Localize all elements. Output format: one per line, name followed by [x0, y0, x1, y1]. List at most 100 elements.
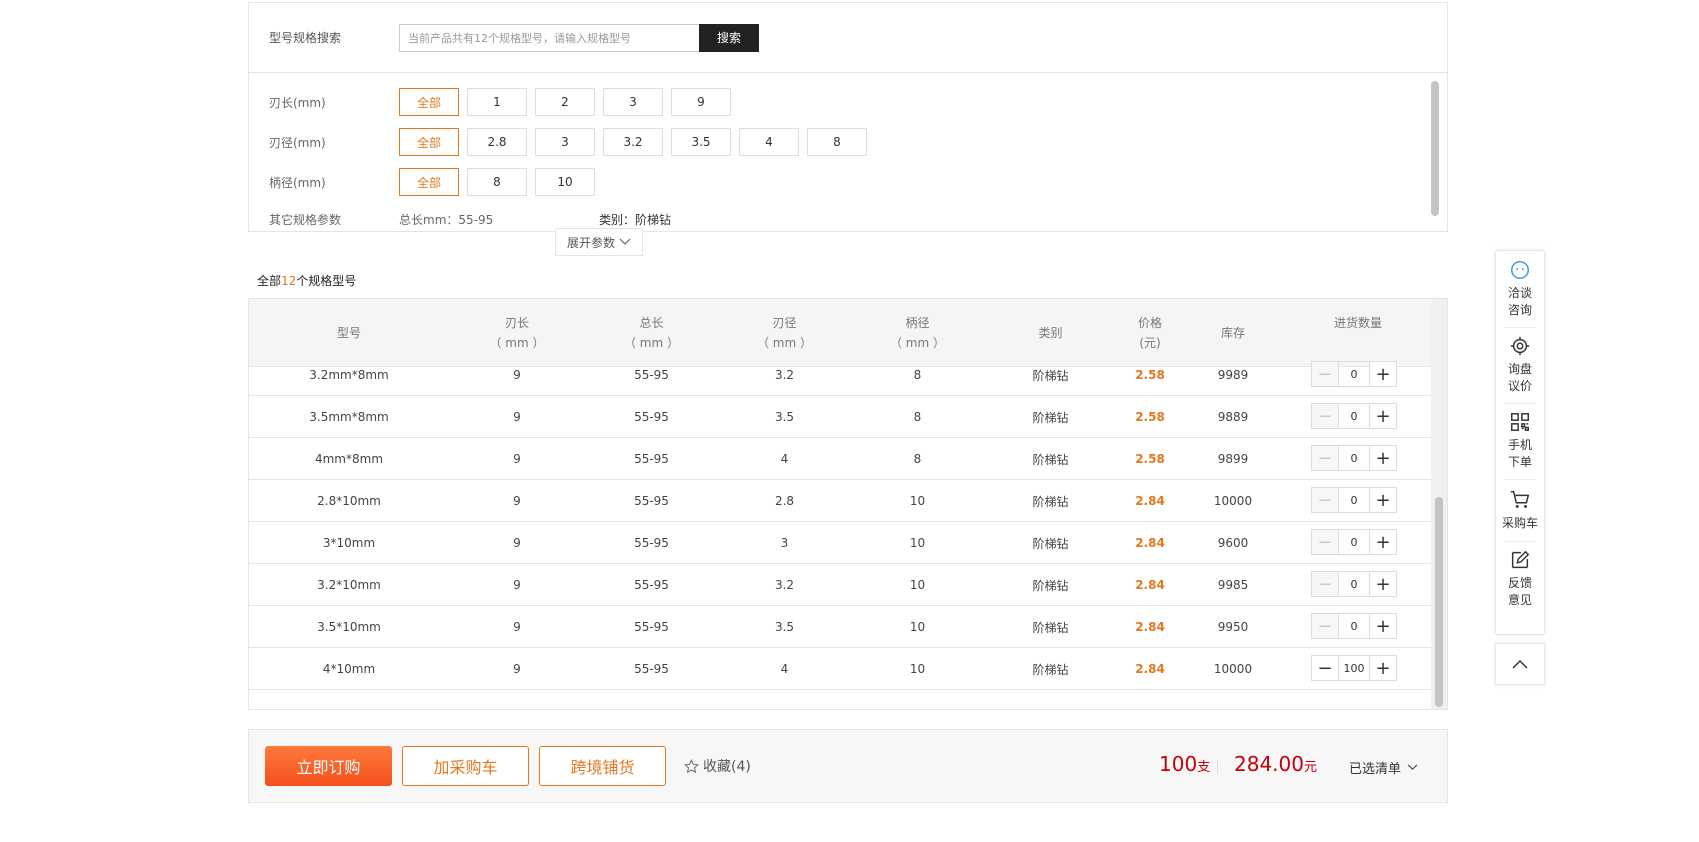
- cell-shank-dia: 8: [913, 410, 922, 424]
- cell-total-len: 55-95: [634, 452, 669, 466]
- cell-model: 3.2mm*8mm: [309, 368, 389, 382]
- table-row: 3.2*10mm 9 55-95 3.2 10 阶梯钻 2.84 9985 −0 +: [249, 564, 1433, 606]
- minus-button[interactable]: −: [1311, 655, 1339, 681]
- plus-button[interactable]: +: [1369, 571, 1397, 597]
- quantity-input[interactable]: 0: [1339, 445, 1369, 471]
- cell-blade-len: 9: [513, 452, 521, 466]
- quantity-input[interactable]: 0: [1339, 613, 1369, 639]
- buy-now-button[interactable]: 立即订购: [265, 746, 392, 786]
- cell-blade-len: 9: [513, 578, 521, 592]
- cell-shank-dia: 10: [909, 494, 926, 508]
- cart-icon: [1510, 491, 1530, 508]
- cell-price: 2.84: [1135, 662, 1165, 676]
- cell-price: 2.58: [1135, 452, 1165, 466]
- plus-button[interactable]: +: [1369, 529, 1397, 555]
- cell-stock: 10000: [1213, 662, 1253, 676]
- count-suffix: 个规格型号: [296, 274, 357, 288]
- edit-icon: [1511, 550, 1530, 569]
- picked-label: 已选清单: [1349, 762, 1402, 777]
- table-row: 4mm*8mm 9 55-95 4 8 阶梯钻 2.58 9899 −0 +: [249, 438, 1433, 480]
- table-row: 2.8*10mm 9 55-95 2.8 10 阶梯钻 2.84 10000 −0 +: [249, 480, 1433, 522]
- quantity-input[interactable]: 0: [1339, 403, 1369, 429]
- cell-category: 阶梯钻: [1032, 494, 1069, 509]
- table-row: 3.2mm*8mm 9 55-95 3.2 8 阶梯钻 2.58 9989 −0 +: [249, 354, 1433, 396]
- cross-border-button[interactable]: 跨境铺货: [539, 746, 666, 786]
- cell-model: 3*10mm: [322, 536, 376, 550]
- cell-shank-dia: 10: [909, 578, 926, 592]
- minus-button[interactable]: −: [1311, 445, 1339, 471]
- plus-button[interactable]: +: [1369, 613, 1397, 639]
- table-row: 3.5*10mm 9 55-95 3.5 10 阶梯钻 2.84 9950 −0 +: [249, 606, 1433, 648]
- cell-total-len: 55-95: [634, 410, 669, 424]
- spec-table: 型号 刃长（ mm ） 总长（ mm ） 刃径（ mm ） 柄径（ mm ） 类…: [248, 298, 1448, 710]
- table-area: 全部12个规格型号 型号 刃长（ mm ） 总长（ mm ） 刃径（ mm ） …: [248, 0, 1448, 842]
- floating-sidebar: 洽谈 咨询 询盘 议价 手机 下单 采购车 反馈 意见: [1495, 250, 1545, 635]
- summary-divider: [1217, 760, 1218, 774]
- picked-list-toggle[interactable]: 已选清单: [1349, 758, 1418, 777]
- cell-model: 3.5mm*8mm: [309, 410, 389, 424]
- minus-button[interactable]: −: [1311, 487, 1339, 513]
- chevron-down-icon: [1407, 764, 1418, 771]
- cell-blade-dia: 4: [780, 662, 789, 676]
- total-amount: 284.00元: [1234, 752, 1317, 776]
- quantity-input[interactable]: 100: [1339, 655, 1369, 681]
- sidebar-divider: [1504, 327, 1536, 328]
- plus-button[interactable]: +: [1369, 487, 1397, 513]
- table-scrollbar-thumb[interactable]: [1435, 497, 1443, 707]
- cell-category: 阶梯钻: [1032, 410, 1069, 425]
- favorite-label: 收藏(4): [703, 759, 751, 775]
- cell-stock: 9889: [1217, 410, 1249, 424]
- cell-blade-len: 9: [513, 662, 521, 676]
- cell-blade-len: 9: [513, 536, 521, 550]
- quantity-stepper: −0 +: [1311, 529, 1397, 555]
- favorite-button[interactable]: 收藏(4): [684, 756, 751, 776]
- sidebar-item-feedback[interactable]: 反馈 意见: [1496, 549, 1544, 609]
- sidebar-item-inquiry[interactable]: 询盘 议价: [1496, 335, 1544, 395]
- cell-blade-dia: 3: [780, 536, 789, 550]
- cell-total-len: 55-95: [634, 368, 669, 382]
- cell-price: 2.84: [1135, 578, 1165, 592]
- minus-button[interactable]: −: [1311, 613, 1339, 639]
- cell-shank-dia: 10: [909, 536, 926, 550]
- cell-model: 3.5*10mm: [317, 620, 381, 634]
- cell-stock: 9899: [1217, 452, 1249, 466]
- cell-blade-dia: 4: [780, 452, 789, 466]
- back-to-top-button[interactable]: [1495, 643, 1545, 685]
- cell-total-len: 55-95: [634, 536, 669, 550]
- cell-blade-dia: 3.2: [774, 368, 795, 382]
- sidebar-item-mobile-order[interactable]: 手机 下单: [1496, 411, 1544, 471]
- plus-button[interactable]: +: [1369, 361, 1397, 387]
- minus-button[interactable]: −: [1311, 571, 1339, 597]
- cell-model: 4mm*8mm: [314, 452, 384, 466]
- quantity-stepper: −0 +: [1311, 361, 1397, 387]
- count-prefix: 全部: [257, 274, 282, 288]
- minus-button[interactable]: −: [1311, 403, 1339, 429]
- quantity-input[interactable]: 0: [1339, 361, 1369, 387]
- sidebar-item-consult[interactable]: 洽谈 咨询: [1496, 259, 1544, 319]
- cell-stock: 9989: [1217, 368, 1249, 382]
- cell-total-len: 55-95: [634, 620, 669, 634]
- table-scroll-track[interactable]: [1431, 299, 1447, 709]
- chat-icon: [1511, 261, 1529, 279]
- plus-button[interactable]: +: [1369, 403, 1397, 429]
- quantity-stepper: −0 +: [1311, 571, 1397, 597]
- sidebar-divider: [1504, 403, 1536, 404]
- quantity-stepper: −0 +: [1311, 403, 1397, 429]
- cell-blade-dia: 3.2: [774, 578, 795, 592]
- quantity-input[interactable]: 0: [1339, 487, 1369, 513]
- minus-button[interactable]: −: [1311, 361, 1339, 387]
- sidebar-item-cart[interactable]: 采购车: [1496, 489, 1544, 532]
- cell-category: 阶梯钻: [1032, 662, 1069, 677]
- add-cart-button[interactable]: 加采购车: [402, 746, 529, 786]
- quantity-input[interactable]: 0: [1339, 529, 1369, 555]
- qrcode-icon: [1511, 413, 1529, 431]
- quantity-stepper: −0 +: [1311, 487, 1397, 513]
- count-number: 12: [281, 274, 297, 288]
- plus-button[interactable]: +: [1369, 655, 1397, 681]
- plus-button[interactable]: +: [1369, 445, 1397, 471]
- target-icon: [1510, 336, 1530, 356]
- minus-button[interactable]: −: [1311, 529, 1339, 555]
- cell-shank-dia: 10: [909, 620, 926, 634]
- quantity-input[interactable]: 0: [1339, 571, 1369, 597]
- cell-stock: 9985: [1217, 578, 1249, 592]
